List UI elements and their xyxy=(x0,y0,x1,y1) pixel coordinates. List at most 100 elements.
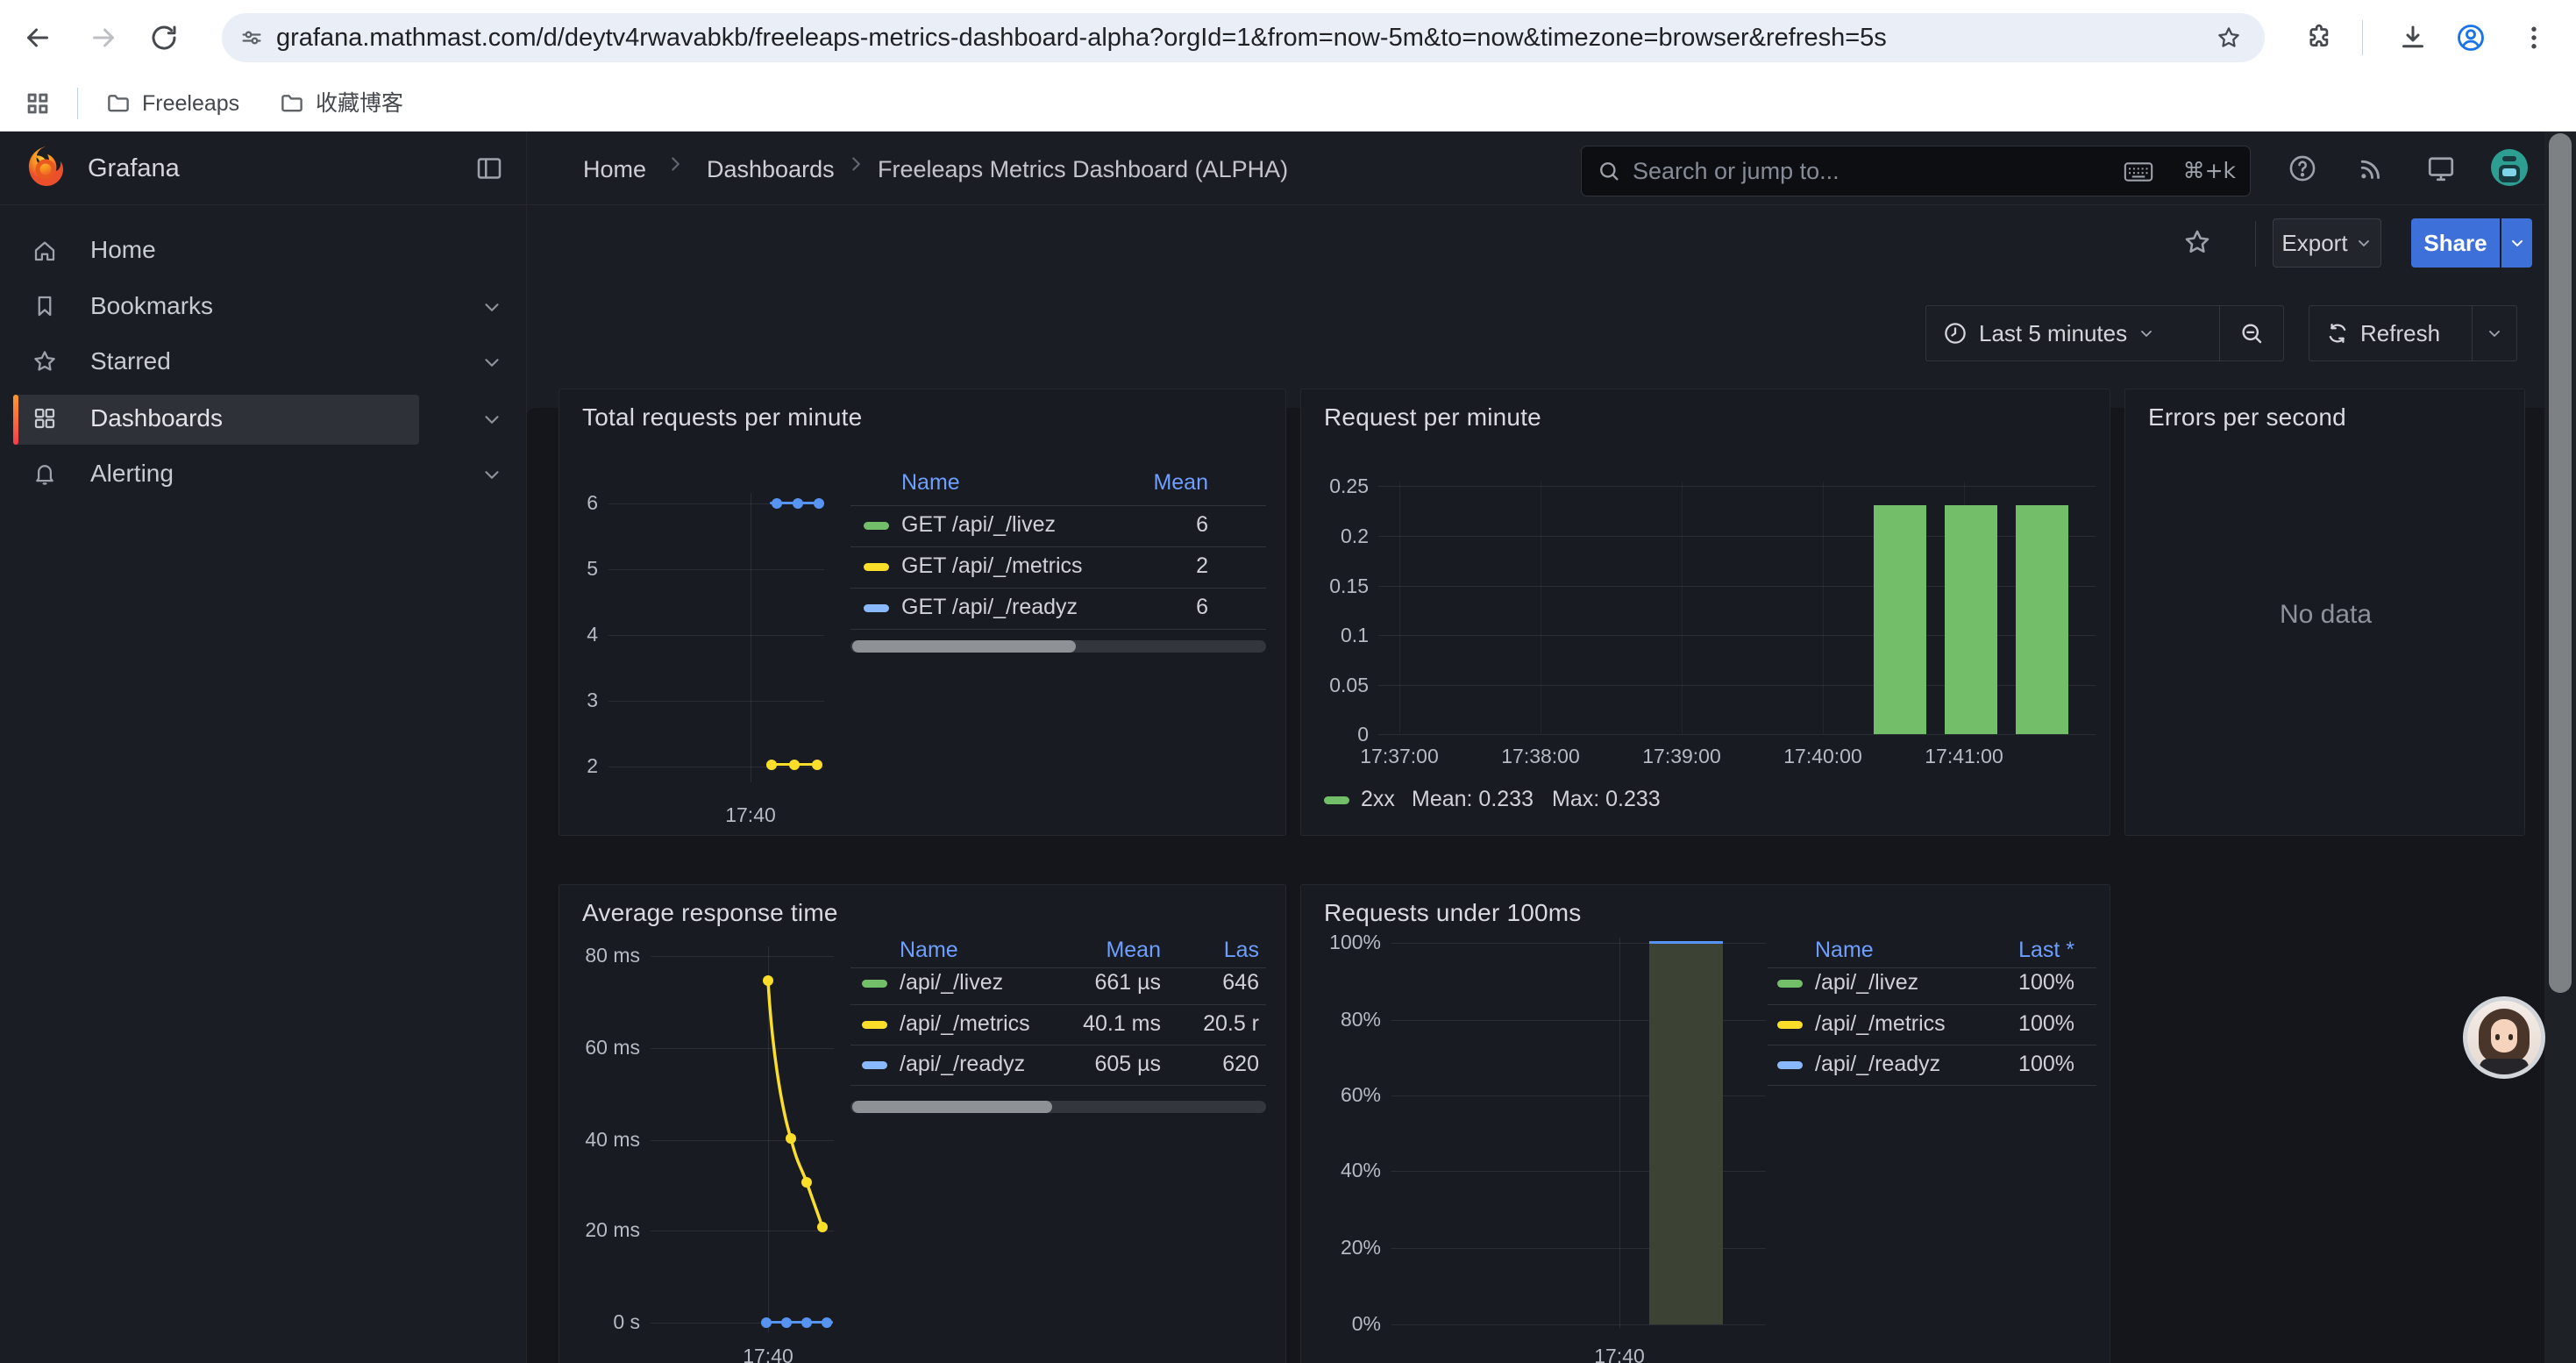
legend-scrollbar[interactable] xyxy=(850,1101,1266,1113)
sidebar-collapse-icon[interactable] xyxy=(473,153,505,189)
extensions-icon[interactable] xyxy=(2304,22,2334,56)
legend-divider xyxy=(850,1004,1266,1005)
legend-label[interactable]: GET /api/_/livez xyxy=(901,512,1056,538)
legend-label[interactable]: /api/_/livez xyxy=(900,970,1003,995)
browser-forward-icon[interactable] xyxy=(88,22,119,58)
sidebar-item-dashboards[interactable]: Dashboards xyxy=(90,404,223,432)
chevron-down-icon[interactable] xyxy=(480,296,503,323)
legend-header-name[interactable]: Name xyxy=(900,938,958,963)
y-tick: 0.1 xyxy=(1301,624,1369,647)
time-range-label: Last 5 minutes xyxy=(1979,320,2127,347)
downloads-icon[interactable] xyxy=(2397,22,2429,58)
legend-max: Max: 0.233 xyxy=(1552,787,1661,812)
sidebar-item-bookmarks[interactable]: Bookmarks xyxy=(90,292,213,320)
grafana-brand[interactable]: Grafana xyxy=(88,154,180,183)
series-color-pill[interactable] xyxy=(864,604,889,612)
legend-header-name[interactable]: Name xyxy=(901,470,960,496)
series-color-pill[interactable] xyxy=(1324,796,1349,804)
series-color-pill[interactable] xyxy=(1777,980,1803,988)
share-menu-button[interactable] xyxy=(2501,218,2532,268)
search-input[interactable]: Search or jump to... ⌘+k xyxy=(1581,146,2251,196)
panel-title[interactable]: Total requests per minute xyxy=(582,403,862,432)
panel-title[interactable]: Request per minute xyxy=(1324,403,1541,432)
chevron-down-icon[interactable] xyxy=(480,408,503,435)
panel-requests-under-100ms: Requests under 100ms 100% 80% 60% 40% 20… xyxy=(1300,884,2110,1363)
legend-label[interactable]: /api/_/readyz xyxy=(900,1052,1025,1077)
browser-back-icon[interactable] xyxy=(22,22,53,58)
legend-label[interactable]: /api/_/metrics xyxy=(900,1011,1030,1037)
legend-label[interactable]: GET /api/_/metrics xyxy=(901,553,1083,579)
sidebar-item-home[interactable]: Home xyxy=(90,236,156,264)
panel-title[interactable]: Average response time xyxy=(582,899,838,927)
browser-toolbar: grafana.mathmast.com/d/deytv4rwavabkb/fr… xyxy=(0,0,2576,75)
data-point xyxy=(789,760,800,770)
favorite-star-icon[interactable] xyxy=(2182,227,2212,261)
legend-header-name[interactable]: Name xyxy=(1815,938,1874,963)
series-color-pill[interactable] xyxy=(862,1021,887,1029)
refresh-interval-button[interactable] xyxy=(2473,325,2516,342)
refresh-button[interactable]: Refresh xyxy=(2309,320,2472,347)
legend-label[interactable]: /api/_/metrics xyxy=(1815,1011,1946,1037)
share-button[interactable]: Share xyxy=(2411,218,2500,268)
grafana-logo[interactable] xyxy=(23,144,68,194)
sidebar-item-starred[interactable]: Starred xyxy=(90,347,171,375)
page-scrollbar-thumb[interactable] xyxy=(2549,133,2572,993)
series-color-pill[interactable] xyxy=(862,1061,887,1069)
browser-menu-icon[interactable] xyxy=(2518,22,2550,58)
series-color-pill[interactable] xyxy=(1777,1021,1803,1029)
legend-label[interactable]: GET /api/_/readyz xyxy=(901,595,1078,620)
legend-header-mean[interactable]: Mean xyxy=(1106,938,1161,963)
avatar-eye xyxy=(2495,1034,2500,1040)
breadcrumb-home[interactable]: Home xyxy=(583,156,646,183)
legend-header-last[interactable]: Las xyxy=(1224,938,1259,963)
bookmark-star-icon[interactable] xyxy=(2216,25,2242,55)
active-indicator xyxy=(13,395,18,445)
news-rss-icon[interactable] xyxy=(2355,153,2387,189)
breadcrumb-dashboards[interactable]: Dashboards xyxy=(707,156,835,183)
legend-scrollbar-thumb[interactable] xyxy=(852,640,1076,653)
legend-series[interactable]: 2xx xyxy=(1361,787,1395,812)
time-range-picker[interactable]: Last 5 minutes xyxy=(1926,320,2219,347)
series-color-pill[interactable] xyxy=(1777,1061,1803,1069)
profile-icon[interactable] xyxy=(2455,22,2487,58)
kiosk-monitor-icon[interactable] xyxy=(2425,153,2457,189)
zoom-out-icon xyxy=(2238,320,2265,346)
sidebar-divider xyxy=(526,132,527,1363)
gridline xyxy=(1823,482,1824,734)
chevron-down-icon[interactable] xyxy=(480,351,503,378)
refresh-icon xyxy=(2325,321,2350,346)
browser-reload-icon[interactable] xyxy=(148,22,180,58)
floating-assistant-avatar[interactable] xyxy=(2463,996,2545,1079)
series-color-pill[interactable] xyxy=(864,522,889,530)
share-label: Share xyxy=(2423,230,2487,257)
legend-scrollbar-thumb[interactable] xyxy=(852,1101,1052,1113)
x-tick: 17:40:00 xyxy=(1761,745,1884,768)
help-icon[interactable] xyxy=(2287,153,2318,189)
legend-divider xyxy=(850,546,1266,547)
sidebar-item-alerting[interactable]: Alerting xyxy=(90,460,174,488)
data-point xyxy=(801,1317,812,1328)
bookmark-folder-label[interactable]: Freeleaps xyxy=(142,75,239,132)
legend-label[interactable]: /api/_/livez xyxy=(1815,970,1918,995)
legend-divider xyxy=(850,629,1266,630)
y-tick: 0.05 xyxy=(1301,674,1369,697)
export-button[interactable]: Export xyxy=(2273,218,2381,268)
site-settings-icon[interactable] xyxy=(239,25,264,54)
legend-header-last[interactable]: Last * xyxy=(2018,938,2074,963)
legend-label[interactable]: /api/_/readyz xyxy=(1815,1052,1940,1077)
header-divider xyxy=(0,204,2576,205)
panel-title[interactable]: Requests under 100ms xyxy=(1324,899,1582,927)
panel-title[interactable]: Errors per second xyxy=(2148,403,2346,432)
user-avatar[interactable] xyxy=(2491,149,2528,186)
apps-grid-icon[interactable] xyxy=(23,89,53,123)
chevron-down-icon[interactable] xyxy=(480,463,503,490)
bookmark-folder-label[interactable]: 收藏博客 xyxy=(316,75,403,132)
url-bar[interactable]: grafana.mathmast.com/d/deytv4rwavabkb/fr… xyxy=(222,13,2265,62)
series-color-pill[interactable] xyxy=(864,563,889,571)
legend-header-mean[interactable]: Mean xyxy=(1153,470,1208,496)
data-point xyxy=(761,1317,772,1328)
url-text[interactable]: grafana.mathmast.com/d/deytv4rwavabkb/fr… xyxy=(276,13,1887,62)
zoom-out-button[interactable] xyxy=(2220,320,2283,346)
series-color-pill[interactable] xyxy=(862,980,887,988)
legend-scrollbar[interactable] xyxy=(850,640,1266,653)
